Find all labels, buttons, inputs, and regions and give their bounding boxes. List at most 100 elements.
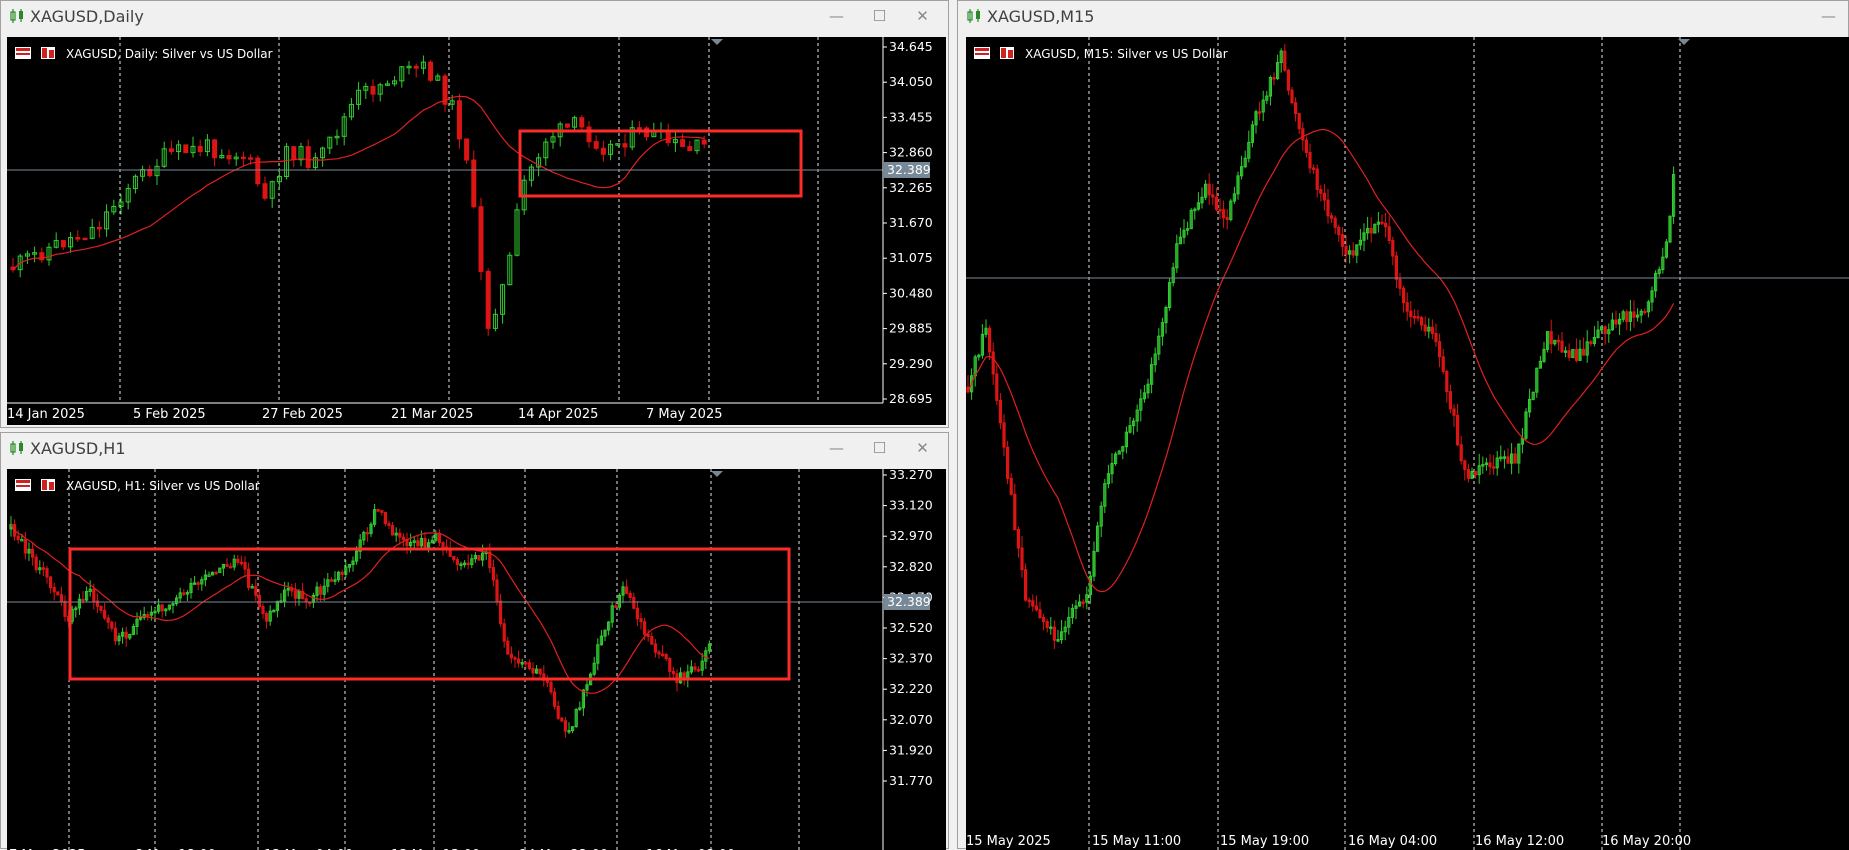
time-tick-label: 5 Feb 2025 [133, 407, 206, 422]
price-tick-label: 33.120 [889, 498, 933, 513]
maximize-button[interactable]: ☐ [858, 433, 901, 463]
moving-average-line [12, 95, 705, 271]
candle-body [1434, 332, 1438, 343]
candle-body [291, 146, 297, 161]
price-tick-label: 29.290 [889, 356, 933, 371]
candle-body [437, 533, 441, 544]
candle-body [995, 373, 999, 401]
h1-titlebar[interactable]: XAGUSD,H1 [1, 433, 948, 463]
candle-body [1272, 77, 1276, 80]
candle-body [553, 691, 557, 707]
m15-chart-window[interactable]: XAGUSD,M15 — 15 May 2025 15 May 11:00 15 M… [957, 0, 1849, 850]
candle-body [365, 531, 369, 535]
candle-body [643, 621, 647, 635]
candle-body [600, 147, 606, 155]
candle-body [1506, 456, 1510, 464]
candle-body [628, 592, 632, 599]
price-tick-label: 32.220 [889, 681, 933, 696]
h1-chart-window[interactable]: XAGUSD,H1 — ☐ ✕ 33.270 33.120 32.970 32.820… [0, 432, 949, 850]
minimize-button[interactable]: — [815, 1, 858, 31]
candle-body [564, 123, 570, 128]
price-tick-label: 34.645 [889, 39, 933, 54]
candle-body [1398, 278, 1402, 289]
candle-body [1430, 326, 1434, 334]
candle-body [1589, 341, 1593, 344]
h1-price-chart[interactable]: 33.27033.12032.97032.82032.67032.52032.3… [7, 469, 946, 850]
price-tick-label: 28.695 [889, 391, 933, 406]
candle-body [1384, 222, 1388, 228]
price-tick-label: 32.970 [889, 528, 933, 543]
candle-body [168, 148, 174, 153]
candle-body [1308, 151, 1312, 169]
candle-body [106, 617, 110, 623]
daily-chart-window[interactable]: XAGUSD,Daily — ☐ ✕ 34.645 34.050 33.455 32.… [0, 0, 949, 428]
candle-body [657, 651, 661, 655]
time-tick-label: 16 May 20:00 [1602, 834, 1691, 849]
candle-body [1326, 199, 1330, 217]
candle-body [509, 653, 513, 659]
h1-chart-canvas[interactable]: 33.27033.12032.97032.82032.67032.52032.3… [7, 469, 946, 850]
candle-body [1006, 446, 1010, 479]
candle-body [1412, 315, 1416, 319]
candle-body [1304, 139, 1308, 153]
candle-body [248, 157, 254, 160]
shift-marker[interactable] [711, 471, 723, 477]
daily-price-chart[interactable]: 34.645 34.050 33.455 32.860 32.265 31.670 31.0… [7, 37, 946, 425]
candle-body [661, 653, 665, 657]
price-tick-label: 32.265 [889, 180, 933, 195]
candle-body [556, 705, 560, 719]
close-button[interactable]: ✕ [901, 433, 944, 463]
candle-body [485, 270, 491, 329]
price-tick-label: 32.860 [889, 145, 933, 160]
grid-lines [119, 37, 819, 403]
candle-body [1643, 310, 1647, 314]
close-button[interactable]: ✕ [901, 1, 944, 31]
time-tick-label: 27 Feb 2025 [262, 407, 343, 422]
candle-body [41, 567, 45, 570]
candle-body [1312, 167, 1316, 170]
candle-body [229, 565, 233, 569]
price-tick-label: 31.920 [889, 742, 933, 757]
candle-body [212, 139, 218, 159]
minimize-button[interactable]: — [815, 433, 858, 463]
candle-body [455, 559, 459, 565]
candle-body [96, 226, 102, 230]
candle-body [265, 613, 269, 622]
candle-body [1031, 600, 1035, 607]
candle-body [545, 679, 549, 683]
candle-body [1632, 311, 1636, 318]
chart-symbol-label: XAGUSD, H1: Silver vs US Dollar [66, 479, 260, 493]
candle-body [103, 609, 107, 619]
minimize-button[interactable]: — [1807, 1, 1849, 31]
m15-chart-canvas[interactable]: 15 May 2025 15 May 11:00 15 May 19:00 16 Ma… [966, 37, 1849, 850]
candle-body [1556, 339, 1560, 343]
candle-body [593, 141, 599, 149]
candle-body [124, 631, 128, 639]
symbol-icons [974, 47, 1014, 59]
candle-body [586, 126, 592, 143]
candle-body [110, 621, 114, 629]
candle-body [466, 562, 470, 566]
m15-price-chart[interactable]: 15 May 2025 15 May 11:00 15 May 19:00 16 Ma… [966, 37, 1849, 850]
price-tick-label: 31.670 [889, 215, 933, 230]
candle-body [1466, 468, 1470, 479]
candle-body [1330, 215, 1334, 219]
candle-body [182, 592, 186, 595]
maximize-button[interactable]: ☐ [858, 1, 901, 31]
m15-titlebar[interactable]: XAGUSD,M15 [958, 1, 1848, 31]
candle-body [1225, 217, 1229, 220]
candle-body [1492, 466, 1496, 469]
candlestick-icon [10, 441, 23, 455]
candle-body [1286, 69, 1290, 91]
window-title: XAGUSD,Daily [30, 6, 144, 26]
candle-body [1222, 209, 1226, 219]
candle-body [1405, 302, 1409, 312]
daily-titlebar[interactable]: XAGUSD,Daily [1, 1, 948, 31]
price-badge-text: 32.389 [887, 162, 931, 177]
candle-body [383, 511, 387, 525]
candle-body [1416, 316, 1420, 319]
candle-body [1258, 111, 1262, 114]
price-tick-label: 30.480 [889, 285, 933, 300]
shift-marker[interactable] [711, 39, 723, 45]
daily-chart-canvas[interactable]: 34.645 34.050 33.455 32.860 32.265 31.670 31.0… [7, 37, 946, 425]
